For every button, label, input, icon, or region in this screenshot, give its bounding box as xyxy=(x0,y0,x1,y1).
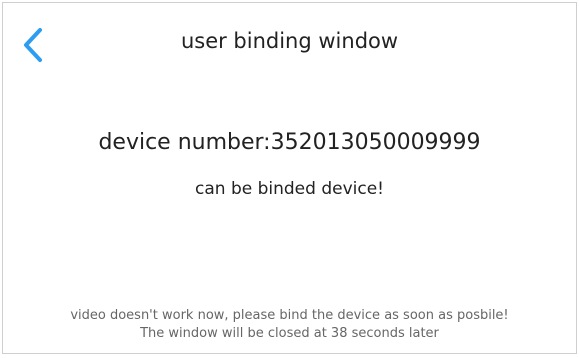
device-number-value: 352013050009999 xyxy=(270,130,481,155)
page-title: user binding window xyxy=(180,29,399,53)
footer-notice: video doesn't work now, please bind the … xyxy=(3,307,576,343)
countdown-value: 38 xyxy=(330,326,348,341)
countdown-suffix: seconds later xyxy=(347,326,439,341)
countdown-line: The window will be closed at 38 seconds … xyxy=(3,325,576,343)
device-number-label: device number: xyxy=(98,130,271,155)
binding-window: user binding window device number:352013… xyxy=(2,2,577,354)
device-number-text: device number:352013050009999 xyxy=(3,130,576,155)
countdown-prefix: The window will be closed at xyxy=(140,326,331,341)
bind-status-text: can be binded device! xyxy=(195,179,384,199)
notice-line: video doesn't work now, please bind the … xyxy=(70,308,509,323)
header-bar: user binding window xyxy=(3,3,576,83)
